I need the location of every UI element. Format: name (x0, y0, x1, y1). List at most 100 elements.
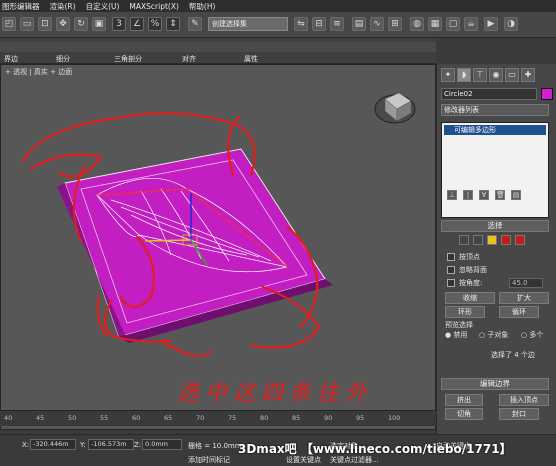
y-coordinate-field[interactable]: -106.573m (88, 439, 134, 450)
ribbon-tab-subdivide[interactable]: 细分 (56, 54, 70, 64)
ring-button[interactable]: 环形 (445, 306, 485, 318)
main-toolbar: ◰ ▭ ⊡ ✥ ↻ ▣ 3 ∠ % ⇕ ✎ 创建选择集 ⇋ ⊟ ≡ ▤ ∿ ⊞ … (0, 12, 556, 38)
render-setup-icon[interactable]: ▦ (428, 17, 442, 31)
motion-tab-icon[interactable]: ◉ (489, 68, 503, 82)
insert-vertex-button[interactable]: 插入顶点 (499, 394, 549, 406)
grid-size: 栅格 = 10.0mm (188, 442, 242, 450)
x-label: X: (22, 441, 30, 449)
window-crossing-icon[interactable]: ⊡ (38, 17, 52, 31)
element-level-icon[interactable] (515, 235, 525, 245)
loop-button[interactable]: 循环 (499, 306, 539, 318)
layer-manager-icon[interactable]: ≡ (330, 17, 344, 31)
menu-item-render[interactable]: 渲染(R) (50, 1, 76, 12)
object-color-swatch[interactable] (541, 88, 553, 100)
object-name-field[interactable]: Circle02 (441, 88, 537, 100)
x-coordinate-field[interactable]: -320.446m (30, 439, 76, 450)
edge-level-icon[interactable] (473, 235, 483, 245)
configure-sets-icon[interactable]: ▤ (511, 190, 521, 200)
move-icon[interactable]: ✥ (56, 17, 70, 31)
edit-named-sets-icon[interactable]: ✎ (188, 17, 202, 31)
hierarchy-tab-icon[interactable]: ⊤ (473, 68, 487, 82)
show-end-result-icon[interactable]: ∣ (463, 190, 473, 200)
make-unique-icon[interactable]: ∀ (479, 190, 489, 200)
menu-item-help[interactable]: 帮助(H) (189, 1, 216, 12)
rendered-frame-icon[interactable]: ▢ (446, 17, 460, 31)
ribbon-panel-strip (0, 42, 436, 52)
modify-tab-icon[interactable]: ◗ (457, 68, 471, 82)
menu-item-customize[interactable]: 自定义(U) (86, 1, 120, 12)
timeline-tick: 45 (36, 414, 45, 422)
activeshade-icon[interactable]: ◑ (504, 17, 518, 31)
select-icon[interactable]: ◰ (2, 17, 16, 31)
cap-button[interactable]: 封口 (499, 408, 539, 420)
ribbon-tab-triangulate[interactable]: 三角剖分 (114, 54, 142, 64)
timeline-tick: 65 (164, 414, 173, 422)
grow-button[interactable]: 扩大 (499, 292, 549, 304)
ignore-backfacing-checkbox[interactable]: 忽略背面 (447, 265, 487, 275)
selection-info: 选择了 4 个边 (491, 351, 535, 359)
spinner-snap-icon[interactable]: ⇕ (166, 17, 180, 31)
by-vertex-checkbox[interactable]: 按顶点 (447, 252, 480, 262)
menu-item-maxscript[interactable]: MAXScript(X) (129, 2, 178, 11)
by-angle-checkbox[interactable]: 按角度: (447, 278, 482, 288)
schematic-view-icon[interactable]: ⊞ (388, 17, 402, 31)
edit-borders-rollout-title[interactable]: 编辑边界 (441, 378, 549, 390)
extrude-button[interactable]: 挤出 (445, 394, 483, 406)
ribbon: 界边 细分 三角剖分 对齐 属性 (0, 38, 436, 64)
percent-snap-icon[interactable]: % (148, 17, 162, 31)
ribbon-tab-border[interactable]: 界边 (4, 54, 18, 64)
angle-spinner[interactable]: 45.0 (509, 278, 543, 288)
timeline-ruler[interactable]: 40 45 50 55 60 65 70 75 80 85 90 95 100 (0, 410, 436, 426)
render-production-icon[interactable]: ☕ (464, 17, 478, 31)
utilities-tab-icon[interactable]: ✚ (521, 68, 535, 82)
ribbon-tab-properties[interactable]: 属性 (244, 54, 258, 64)
ribbon-tab-align[interactable]: 对齐 (182, 54, 196, 64)
timeline-tick: 85 (292, 414, 301, 422)
stack-item-editable-poly[interactable]: 可编辑多边形 (444, 125, 546, 135)
timeline-tick: 75 (228, 414, 237, 422)
create-tab-icon[interactable]: ✦ (441, 68, 455, 82)
preview-disabled-radio[interactable]: ● 禁用 (445, 330, 467, 340)
selection-rollout-title[interactable]: 选择 (441, 220, 549, 232)
curve-editor-icon[interactable]: ∿ (370, 17, 384, 31)
shrink-button[interactable]: 收缩 (445, 292, 495, 304)
graphite-tools-icon[interactable]: ▤ (352, 17, 366, 31)
named-selection-set-dropdown[interactable]: 创建选择集 (208, 17, 288, 31)
subobject-level-icons (459, 235, 525, 245)
viewport-label[interactable]: + 透视 | 真实 + 边面 (5, 67, 72, 77)
z-coordinate-field[interactable]: 0.0mm (142, 439, 182, 450)
timeline-tick: 60 (132, 414, 141, 422)
angle-snap-icon[interactable]: ∠ (130, 17, 144, 31)
add-time-tag[interactable]: 添加时间标记 (188, 455, 230, 465)
y-label: Y: (80, 441, 86, 449)
material-editor-icon[interactable]: ◍ (410, 17, 424, 31)
scale-icon[interactable]: ▣ (92, 17, 106, 31)
snap-3d-icon[interactable]: 3 (112, 17, 126, 31)
polygon-level-icon[interactable] (501, 235, 511, 245)
render-icon[interactable]: ▶ (484, 17, 498, 31)
viewcube[interactable] (374, 92, 416, 124)
chamfer-button[interactable]: 切角 (445, 408, 483, 420)
preview-multiple-radio[interactable]: ○ 多个 (521, 330, 543, 340)
menu-item-graph-editors[interactable]: 图形编辑器 (2, 1, 40, 12)
rotate-icon[interactable]: ↻ (74, 17, 88, 31)
align-icon[interactable]: ⊟ (312, 17, 326, 31)
mirror-icon[interactable]: ⇋ (294, 17, 308, 31)
select-region-icon[interactable]: ▭ (20, 17, 34, 31)
command-panel-tabs: ✦ ◗ ⊤ ◉ ▭ ✚ (441, 68, 553, 84)
modifier-list-dropdown[interactable]: 修改器列表 (441, 104, 549, 116)
app-window: 图形编辑器 渲染(R) 自定义(U) MAXScript(X) 帮助(H) ◰ … (0, 0, 556, 466)
stack-tools: ⊥ ∣ ∀ 🗑 ▤ (441, 190, 549, 204)
watermark: 3Dmax吧 【www.lineco.com/tiebo/1771】 (238, 442, 512, 456)
display-tab-icon[interactable]: ▭ (505, 68, 519, 82)
annotation-text: 选中这四条往外 (177, 381, 374, 406)
remove-modifier-icon[interactable]: 🗑 (495, 190, 505, 200)
gizmo-x-axis[interactable] (144, 239, 192, 242)
perspective-viewport[interactable]: + 透视 | 真实 + 边面 选中这四条往外 (0, 64, 436, 430)
menu-bar: 图形编辑器 渲染(R) 自定义(U) MAXScript(X) 帮助(H) (0, 0, 556, 12)
border-level-icon[interactable] (487, 235, 497, 245)
pin-stack-icon[interactable]: ⊥ (447, 190, 457, 200)
vertex-level-icon[interactable] (459, 235, 469, 245)
preview-subobject-radio[interactable]: ○ 子对象 (479, 330, 508, 340)
timeline-tick: 40 (4, 414, 13, 422)
